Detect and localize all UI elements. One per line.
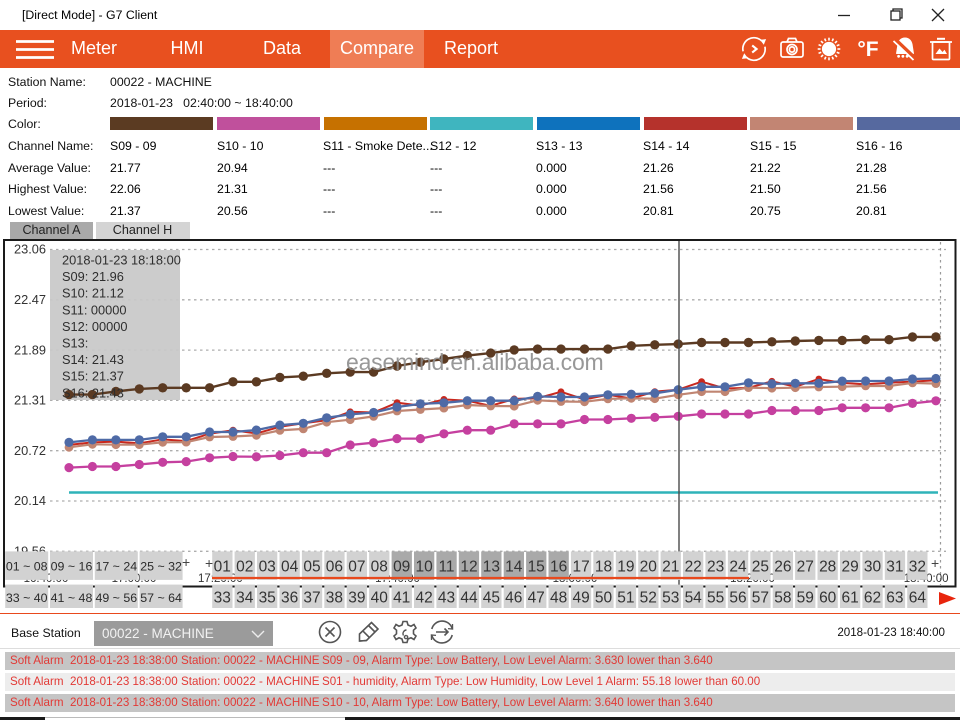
- svg-text:32: 32: [909, 559, 926, 576]
- svg-text:35: 35: [259, 590, 276, 607]
- svg-text:03: 03: [259, 559, 276, 576]
- svg-text:09 ~ 16: 09 ~ 16: [51, 560, 93, 574]
- svg-text:S10: 21.12: S10: 21.12: [62, 286, 124, 301]
- svg-text:40: 40: [371, 590, 389, 607]
- svg-text:18: 18: [595, 559, 612, 576]
- svg-text:63: 63: [886, 590, 903, 607]
- svg-text:30: 30: [864, 559, 882, 576]
- svg-text:°F: °F: [857, 38, 878, 61]
- svg-text:24: 24: [729, 559, 747, 576]
- svg-text:48: 48: [550, 590, 567, 607]
- svg-text:47: 47: [528, 590, 545, 607]
- svg-text:17 ~ 24: 17 ~ 24: [95, 560, 137, 574]
- svg-text:62: 62: [864, 590, 881, 607]
- svg-text:49: 49: [572, 590, 589, 607]
- svg-text:07: 07: [348, 559, 365, 576]
- svg-text:easemind.en.alibaba.com: easemind.en.alibaba.com: [346, 349, 604, 375]
- svg-text:17: 17: [572, 559, 589, 576]
- svg-text:61: 61: [841, 590, 858, 607]
- svg-text:01: 01: [214, 559, 231, 576]
- svg-text:58: 58: [774, 590, 791, 607]
- svg-text:12: 12: [460, 559, 477, 576]
- svg-text:34: 34: [236, 590, 254, 607]
- svg-text:01 ~ 08: 01 ~ 08: [6, 560, 48, 574]
- svg-text:46: 46: [505, 590, 522, 607]
- svg-text:45: 45: [483, 590, 500, 607]
- svg-text:64: 64: [909, 590, 927, 607]
- svg-text:11: 11: [438, 559, 454, 576]
- svg-text:08: 08: [371, 559, 388, 576]
- svg-text:38: 38: [326, 590, 343, 607]
- svg-text:04: 04: [281, 559, 299, 576]
- svg-text:+: +: [182, 554, 190, 570]
- svg-text:37: 37: [303, 590, 320, 607]
- svg-text:25 ~ 32: 25 ~ 32: [140, 560, 182, 574]
- svg-text:S16: 21.43: S16: 21.43: [62, 385, 124, 400]
- svg-text:49 ~ 56: 49 ~ 56: [95, 591, 137, 605]
- svg-text:13: 13: [483, 559, 500, 576]
- svg-text:27: 27: [797, 559, 814, 576]
- svg-text:19: 19: [617, 559, 634, 576]
- svg-text:36: 36: [281, 590, 298, 607]
- svg-text:52: 52: [640, 590, 657, 607]
- svg-text:33: 33: [214, 590, 231, 607]
- svg-text:16: 16: [550, 559, 567, 576]
- svg-text:59: 59: [797, 590, 814, 607]
- svg-text:26: 26: [774, 559, 791, 576]
- svg-text:20.72: 20.72: [14, 443, 46, 458]
- svg-text:S13:: S13:: [62, 336, 88, 351]
- svg-text:06: 06: [326, 559, 343, 576]
- svg-text:54: 54: [685, 590, 703, 607]
- svg-text:23.06: 23.06: [14, 242, 46, 257]
- svg-text:22.47: 22.47: [14, 292, 46, 307]
- svg-text:51: 51: [617, 590, 634, 607]
- svg-text:2018-01-23 18:18:00: 2018-01-23 18:18:00: [62, 253, 181, 268]
- svg-text:29: 29: [841, 559, 858, 576]
- svg-text:14: 14: [505, 559, 523, 576]
- svg-text:42: 42: [415, 590, 432, 607]
- svg-text:20.14: 20.14: [14, 493, 46, 508]
- svg-text:44: 44: [460, 590, 478, 607]
- svg-text:S14: 21.43: S14: 21.43: [62, 352, 124, 367]
- svg-text:02: 02: [236, 559, 253, 576]
- svg-text:60: 60: [819, 590, 837, 607]
- svg-text:33 ~ 40: 33 ~ 40: [6, 591, 48, 605]
- svg-text:43: 43: [438, 590, 455, 607]
- svg-text:+: +: [931, 555, 939, 571]
- svg-text:57: 57: [752, 590, 769, 607]
- svg-text:S15: 21.37: S15: 21.37: [62, 369, 124, 384]
- svg-text:50: 50: [595, 590, 613, 607]
- svg-text:05: 05: [303, 559, 320, 576]
- svg-text:22: 22: [685, 559, 702, 576]
- svg-text:21.89: 21.89: [14, 342, 46, 357]
- svg-text:39: 39: [348, 590, 365, 607]
- svg-text:S11: 00000: S11: 00000: [62, 302, 127, 317]
- svg-text:56: 56: [729, 590, 746, 607]
- svg-text:41 ~ 48: 41 ~ 48: [51, 591, 93, 605]
- svg-text:10: 10: [415, 559, 433, 576]
- svg-text:09: 09: [393, 559, 410, 576]
- svg-text:21: 21: [662, 559, 679, 576]
- svg-text:25: 25: [752, 559, 769, 576]
- svg-text:S12: 00000: S12: 00000: [62, 319, 127, 334]
- svg-text:55: 55: [707, 590, 724, 607]
- svg-text:53: 53: [662, 590, 679, 607]
- svg-text:15: 15: [528, 559, 545, 576]
- svg-text:21.31: 21.31: [14, 393, 46, 408]
- svg-text:20: 20: [640, 559, 658, 576]
- svg-text:57 ~ 64: 57 ~ 64: [140, 591, 182, 605]
- svg-text:31: 31: [886, 559, 903, 576]
- svg-text:+: +: [205, 555, 213, 571]
- svg-text:23: 23: [707, 559, 724, 576]
- svg-text:S09: 21.96: S09: 21.96: [62, 269, 124, 284]
- svg-text:28: 28: [819, 559, 836, 576]
- svg-text:41: 41: [393, 590, 410, 607]
